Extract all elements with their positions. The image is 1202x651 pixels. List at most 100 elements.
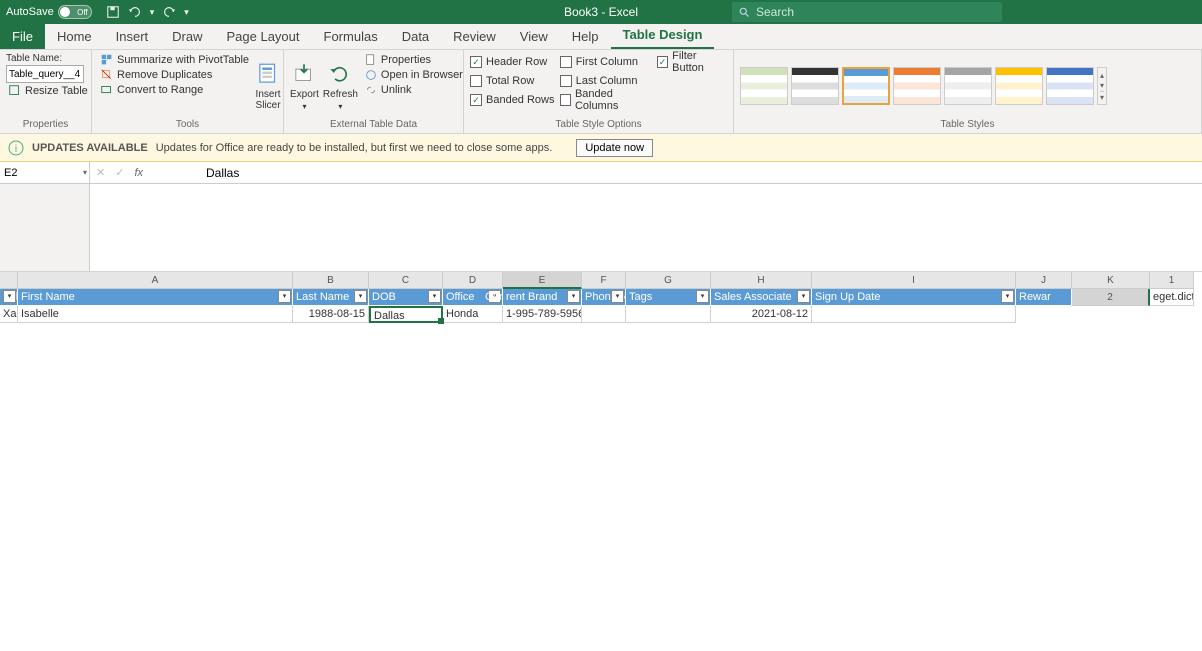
name-box[interactable]: E2 ▾	[0, 162, 90, 184]
tab-file[interactable]: File	[0, 24, 45, 49]
properties-button[interactable]: Properties	[362, 53, 465, 67]
table-style-thumb[interactable]	[995, 67, 1043, 105]
header-row-check[interactable]: ✓Header Row	[470, 53, 556, 71]
row-header[interactable]: 2	[1072, 289, 1150, 306]
insert-slicer-button[interactable]: Insert Slicer	[255, 53, 281, 119]
search-box[interactable]: Search	[732, 2, 1002, 22]
table-style-thumb[interactable]	[1046, 67, 1094, 105]
column-header[interactable]: A	[18, 272, 293, 289]
cell[interactable]: Xander	[0, 306, 18, 323]
table-name-input[interactable]	[6, 65, 84, 83]
banded-rows-check[interactable]: ✓Banded Rows	[470, 91, 556, 109]
unlink-button[interactable]: Unlink	[362, 83, 465, 97]
more-icon[interactable]: ▾	[1100, 91, 1104, 102]
tab-insert[interactable]: Insert	[104, 24, 161, 49]
column-header[interactable]: F	[582, 272, 626, 289]
table-style-thumb[interactable]	[791, 67, 839, 105]
banded-columns-check[interactable]: Banded Columns	[560, 91, 653, 109]
tab-formulas[interactable]: Formulas	[312, 24, 390, 49]
filter-icon[interactable]: ▾	[1001, 290, 1014, 303]
cancel-icon[interactable]: ✕	[96, 166, 105, 179]
table-header-cell[interactable]: Tags▾	[626, 289, 711, 306]
cell[interactable]: eget.dictum.placerat@mattis.ca	[1150, 289, 1194, 306]
chevron-up-icon[interactable]: ▴	[1100, 71, 1104, 80]
column-header[interactable]: J	[1016, 272, 1072, 289]
table-header-cell[interactable]: Sign Up Date▾	[812, 289, 1016, 306]
export-button[interactable]: Export▾	[290, 53, 319, 119]
remove-duplicates-button[interactable]: Remove Duplicates	[98, 68, 251, 82]
table-name-label: Table Name:	[6, 53, 85, 64]
tab-view[interactable]: View	[508, 24, 560, 49]
total-row-check[interactable]: Total Row	[470, 72, 556, 90]
tab-help[interactable]: Help	[560, 24, 611, 49]
cell[interactable]: 2021-08-12	[711, 306, 812, 323]
row-header[interactable]: 1	[1150, 272, 1194, 289]
dropdown-icon[interactable]: ▾	[184, 7, 189, 18]
chevron-down-icon[interactable]: ▾	[83, 168, 87, 177]
table-header-cell[interactable]: Rewar	[1016, 289, 1072, 306]
cell[interactable]: Honda	[443, 306, 503, 323]
redo-icon[interactable]	[162, 5, 176, 19]
cell[interactable]: Dallas	[369, 306, 443, 323]
table-style-thumb[interactable]	[842, 67, 890, 105]
filter-icon[interactable]: ▾	[428, 290, 441, 303]
formula-input[interactable]: Dallas	[200, 162, 1202, 184]
undo-icon[interactable]	[128, 5, 142, 19]
table-header-cell[interactable]: Last Name▾	[293, 289, 369, 306]
table-header-cell[interactable]: Phone Number▾	[582, 289, 626, 306]
table-header-cell[interactable]: DOB▾	[369, 289, 443, 306]
table-header-cell[interactable]: Sales Associate▾	[711, 289, 812, 306]
cell[interactable]	[626, 306, 711, 323]
table-style-thumb[interactable]	[893, 67, 941, 105]
table-styles-gallery[interactable]: ▴ ▾ ▾	[740, 53, 1195, 119]
filter-icon[interactable]: ▾	[3, 290, 16, 303]
save-icon[interactable]	[106, 5, 120, 19]
summarize-pivot-button[interactable]: Summarize with PivotTable	[98, 53, 251, 67]
table-style-thumb[interactable]	[740, 67, 788, 105]
table-style-thumb[interactable]	[944, 67, 992, 105]
chevron-down-icon[interactable]: ▾	[1100, 81, 1104, 90]
cell[interactable]: 1-995-789-5956	[503, 306, 582, 323]
autosave-toggle[interactable]: AutoSave Off	[0, 5, 98, 19]
tab-review[interactable]: Review	[441, 24, 508, 49]
column-header[interactable]: G	[626, 272, 711, 289]
column-header[interactable]: H	[711, 272, 812, 289]
column-header[interactable]: I	[812, 272, 1016, 289]
tab-home[interactable]: Home	[45, 24, 104, 49]
filter-icon[interactable]: ▾	[696, 290, 709, 303]
column-header[interactable]: E	[503, 272, 582, 289]
convert-to-range-button[interactable]: Convert to Range	[98, 83, 251, 97]
fill-handle[interactable]	[438, 318, 444, 324]
filter-icon[interactable]: ▾	[611, 290, 624, 303]
column-header[interactable]: B	[293, 272, 369, 289]
dropdown-icon[interactable]: ▾	[150, 7, 155, 18]
cell[interactable]	[812, 306, 1016, 323]
update-now-button[interactable]: Update now	[576, 139, 653, 157]
tab-data[interactable]: Data	[390, 24, 441, 49]
refresh-button[interactable]: Refresh▾	[323, 53, 358, 119]
resize-table-button[interactable]: Resize Table	[6, 84, 85, 98]
enter-icon[interactable]: ✓	[115, 166, 124, 179]
column-header[interactable]: D	[443, 272, 503, 289]
fx-icon[interactable]: fx	[134, 167, 143, 179]
column-header[interactable]: C	[369, 272, 443, 289]
filter-icon[interactable]: ▾	[797, 290, 810, 303]
select-all-corner[interactable]	[0, 272, 18, 289]
filter-icon[interactable]: ▾	[354, 290, 367, 303]
tab-draw[interactable]: Draw	[160, 24, 214, 49]
first-column-check[interactable]: First Column	[560, 53, 653, 71]
cell[interactable]: 1988-08-15	[293, 306, 369, 323]
tab-page-layout[interactable]: Page Layout	[215, 24, 312, 49]
filter-button-check[interactable]: ✓Filter Button	[657, 53, 727, 71]
cell[interactable]	[582, 306, 626, 323]
cell[interactable]: Isabelle	[18, 306, 293, 323]
spreadsheet-grid[interactable]: ABCDEFGHIJK1 Title▾First Name▾Last Name▾D…	[0, 272, 1202, 323]
filter-icon[interactable]: ▾	[278, 290, 291, 303]
filter-icon[interactable]: ▾	[567, 290, 580, 303]
open-in-browser-button[interactable]: Open in Browser	[362, 68, 465, 82]
table-header-cell[interactable]: Current Brand▾	[503, 289, 582, 306]
tab-table-design[interactable]: Table Design	[611, 22, 715, 49]
table-header-cell[interactable]: Title▾	[0, 289, 18, 306]
table-header-cell[interactable]: First Name▾	[18, 289, 293, 306]
column-header[interactable]: K	[1072, 272, 1150, 289]
